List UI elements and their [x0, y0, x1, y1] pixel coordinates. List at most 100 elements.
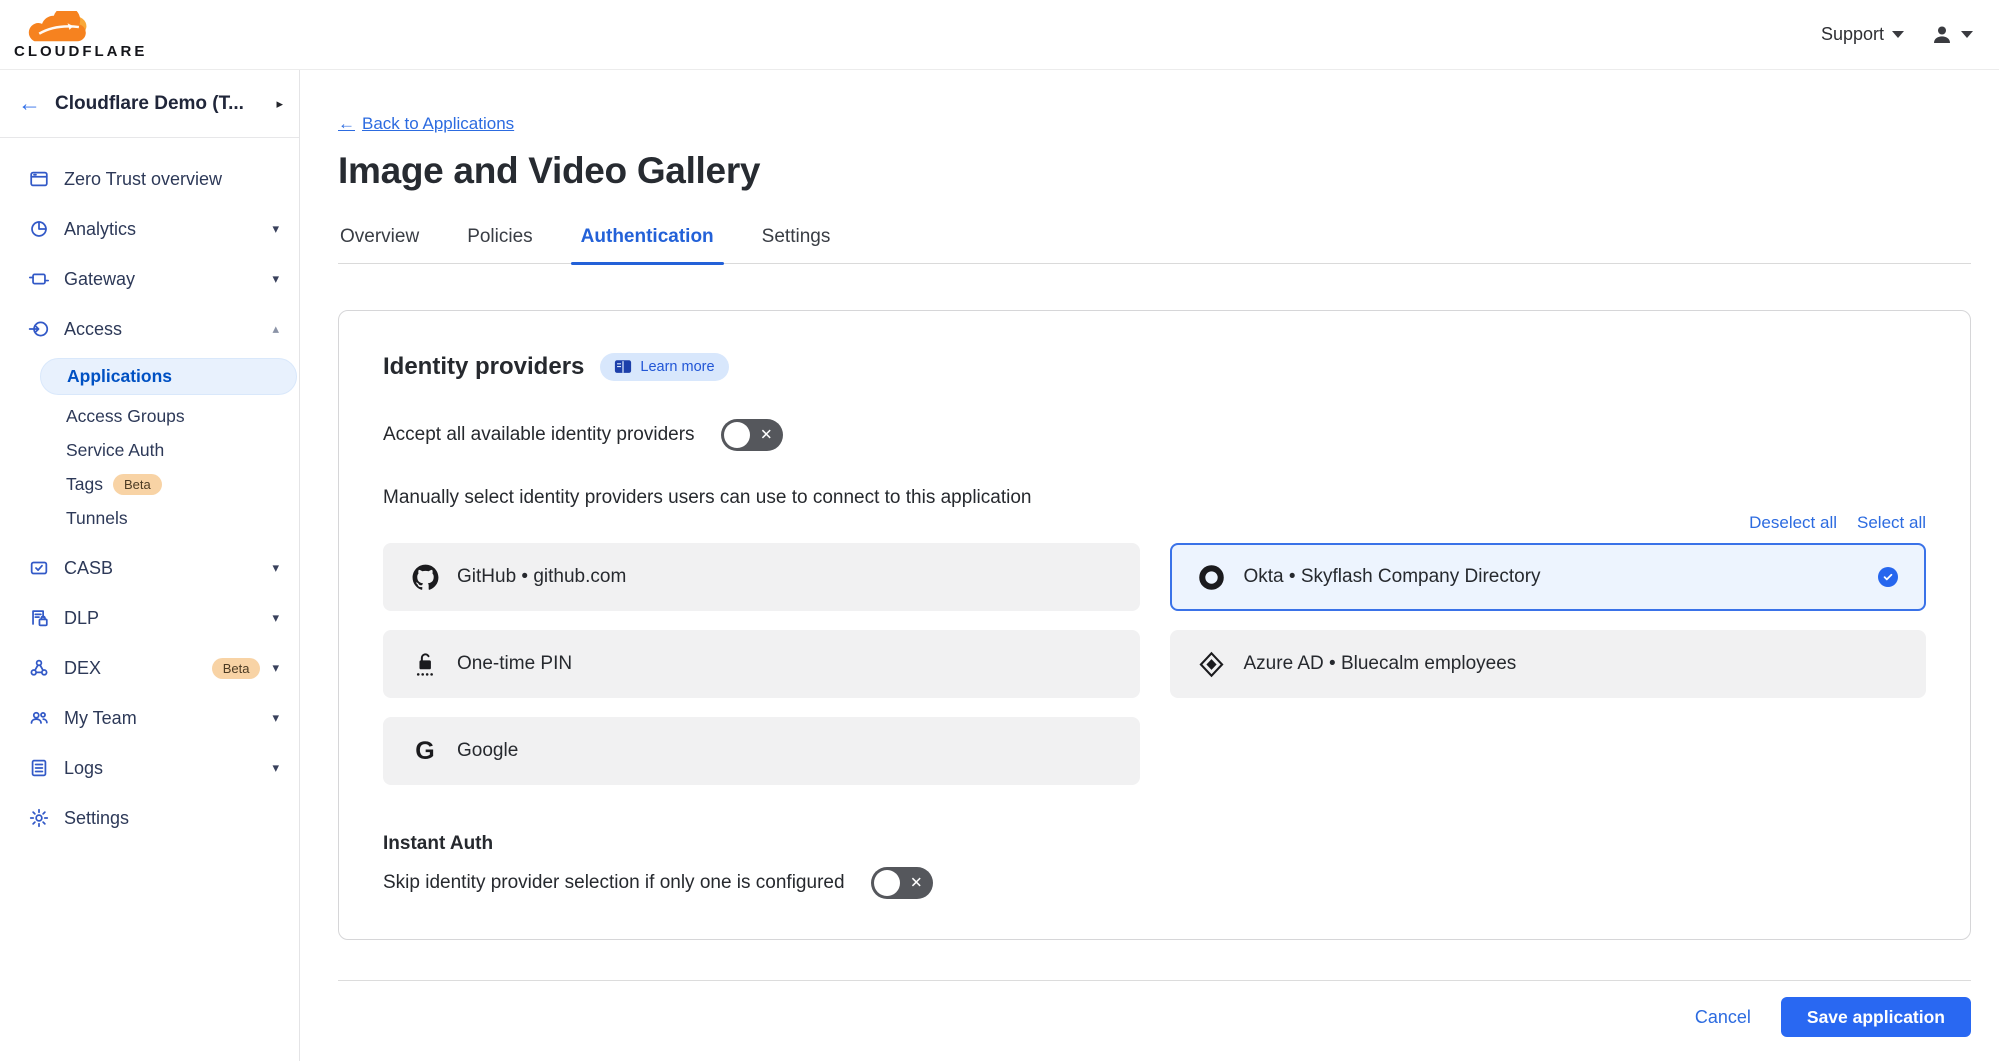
sidebar-item-analytics[interactable]: Analytics ▾ — [0, 204, 299, 254]
team-people-icon — [28, 707, 50, 729]
cloudflare-logo[interactable]: CLOUDFLARE — [0, 11, 147, 60]
page-title: Image and Video Gallery — [338, 150, 1971, 192]
sidebar-item-label: CASB — [64, 558, 272, 579]
sidebar-item-access-groups[interactable]: Access Groups — [0, 399, 299, 433]
provider-name: One-time PIN — [457, 653, 1112, 675]
footer-divider — [338, 980, 1971, 981]
sidebar-item-casb[interactable]: CASB ▾ — [0, 543, 299, 593]
x-icon: ✕ — [760, 426, 773, 444]
support-menu[interactable]: Support — [1821, 24, 1904, 45]
sidebar-item-label: DEX — [64, 658, 202, 679]
zero-trust-dashboard: CLOUDFLARE Support ← Cloudflare Demo (T.… — [0, 0, 1999, 1061]
provider-tile-github[interactable]: GitHub • github.com — [383, 543, 1140, 611]
beta-badge: Beta — [212, 658, 261, 679]
book-icon — [614, 359, 632, 375]
back-link-label: Back to Applications — [362, 114, 514, 134]
chevron-down-icon[interactable]: ▾ — [272, 760, 279, 776]
sidebar-item-dex[interactable]: DEX Beta ▾ — [0, 643, 299, 693]
beta-badge: Beta — [113, 474, 162, 495]
provider-tile-one-time-pin[interactable]: One-time PIN — [383, 630, 1140, 698]
account-name: Cloudflare Demo (T... — [55, 93, 262, 115]
gateway-icon — [28, 268, 50, 290]
sidebar-item-label: Analytics — [64, 219, 272, 240]
provider-tile-azure-ad[interactable]: Azure AD • Bluecalm employees — [1170, 630, 1927, 698]
cancel-button[interactable]: Cancel — [1695, 1007, 1751, 1028]
selected-check-icon — [1878, 567, 1898, 587]
sidebar-item-access[interactable]: Access ▴ — [0, 304, 299, 354]
card-title: Identity providers — [383, 353, 584, 381]
manual-select-label: Manually select identity providers users… — [383, 487, 1926, 509]
top-bar: CLOUDFLARE Support — [0, 0, 1999, 70]
sidebar-item-logs[interactable]: Logs ▾ — [0, 743, 299, 793]
provider-name: Google — [457, 740, 1112, 762]
github-icon — [411, 563, 439, 591]
okta-icon — [1198, 563, 1226, 591]
sidebar-item-applications[interactable]: Applications — [40, 358, 297, 395]
sidebar-item-zero-trust-overview[interactable]: Zero Trust overview — [0, 154, 299, 204]
sidebar-item-label: Settings — [64, 808, 279, 829]
x-icon: ✕ — [910, 874, 923, 892]
save-application-button[interactable]: Save application — [1781, 997, 1971, 1037]
deselect-all-link[interactable]: Deselect all — [1749, 513, 1837, 533]
chevron-down-icon[interactable]: ▾ — [272, 271, 279, 287]
tab-authentication[interactable]: Authentication — [579, 220, 716, 263]
sidebar: ← Cloudflare Demo (T... ▸ Zero Trust ove… — [0, 70, 300, 1061]
sidebar-item-service-auth[interactable]: Service Auth — [0, 433, 299, 467]
account-switcher[interactable]: ← Cloudflare Demo (T... ▸ — [0, 70, 299, 138]
provider-name: GitHub • github.com — [457, 566, 1112, 588]
instant-auth-toggle[interactable]: ✕ — [871, 867, 933, 899]
chevron-up-icon[interactable]: ▴ — [272, 321, 279, 337]
accept-all-label: Accept all available identity providers — [383, 424, 695, 446]
accept-all-toggle[interactable]: ✕ — [721, 419, 783, 451]
sidebar-item-label: Applications — [67, 366, 172, 387]
back-arrow-icon: ← — [338, 114, 355, 134]
chevron-down-icon[interactable]: ▾ — [272, 221, 279, 237]
support-label: Support — [1821, 24, 1884, 45]
select-all-link[interactable]: Select all — [1857, 513, 1926, 533]
provider-name: Okta • Skyflash Company Directory — [1244, 566, 1861, 588]
footer-actions: Cancel Save application — [338, 997, 1971, 1037]
chevron-down-icon[interactable]: ▾ — [272, 710, 279, 726]
back-to-applications-link[interactable]: ← Back to Applications — [338, 114, 514, 134]
toggle-knob — [724, 422, 750, 448]
chevron-down-icon[interactable]: ▾ — [272, 660, 279, 676]
learn-more-link[interactable]: Learn more — [600, 353, 728, 381]
network-nodes-icon — [28, 657, 50, 679]
log-list-icon — [28, 757, 50, 779]
one-time-pin-icon — [411, 650, 439, 678]
instant-auth-label: Skip identity provider selection if only… — [383, 872, 845, 894]
sidebar-item-settings[interactable]: Settings — [0, 793, 299, 843]
pie-chart-icon — [28, 218, 50, 240]
main-content: ← Back to Applications Image and Video G… — [300, 70, 1999, 1061]
browser-window-icon — [28, 168, 50, 190]
sidebar-item-dlp[interactable]: DLP ▾ — [0, 593, 299, 643]
back-arrow-icon[interactable]: ← — [18, 92, 41, 115]
google-icon: G — [411, 737, 439, 765]
sidebar-item-gateway[interactable]: Gateway ▾ — [0, 254, 299, 304]
sidebar-item-my-team[interactable]: My Team ▾ — [0, 693, 299, 743]
gear-icon — [28, 807, 50, 829]
chevron-down-icon[interactable]: ▾ — [272, 610, 279, 626]
sidebar-item-label: Service Auth — [66, 440, 164, 461]
tab-bar: Overview Policies Authentication Setting… — [338, 220, 1971, 264]
sidebar-item-tags[interactable]: Tags Beta — [0, 467, 299, 501]
learn-more-label: Learn more — [640, 359, 714, 375]
cloudflare-cloud-icon — [14, 11, 106, 45]
tab-overview[interactable]: Overview — [338, 220, 421, 263]
tab-settings[interactable]: Settings — [760, 220, 833, 263]
sidebar-item-label: Access Groups — [66, 406, 185, 427]
casb-check-box-icon — [28, 557, 50, 579]
account-menu[interactable] — [1930, 23, 1973, 47]
sidebar-item-label: Tunnels — [66, 508, 128, 529]
chevron-down-icon[interactable]: ▾ — [272, 560, 279, 576]
azure-ad-icon — [1198, 650, 1226, 678]
empty-grid-cell — [1170, 717, 1927, 785]
brand-wordmark: CLOUDFLARE — [14, 43, 147, 60]
chevron-right-icon[interactable]: ▸ — [276, 96, 283, 112]
sidebar-item-label: Access — [64, 319, 272, 340]
sidebar-item-tunnels[interactable]: Tunnels — [0, 501, 299, 535]
provider-tile-okta[interactable]: Okta • Skyflash Company Directory — [1170, 543, 1927, 611]
tab-policies[interactable]: Policies — [465, 220, 534, 263]
provider-tile-google[interactable]: G Google — [383, 717, 1140, 785]
identity-providers-card: Identity providers Learn more Accept all… — [338, 310, 1971, 940]
